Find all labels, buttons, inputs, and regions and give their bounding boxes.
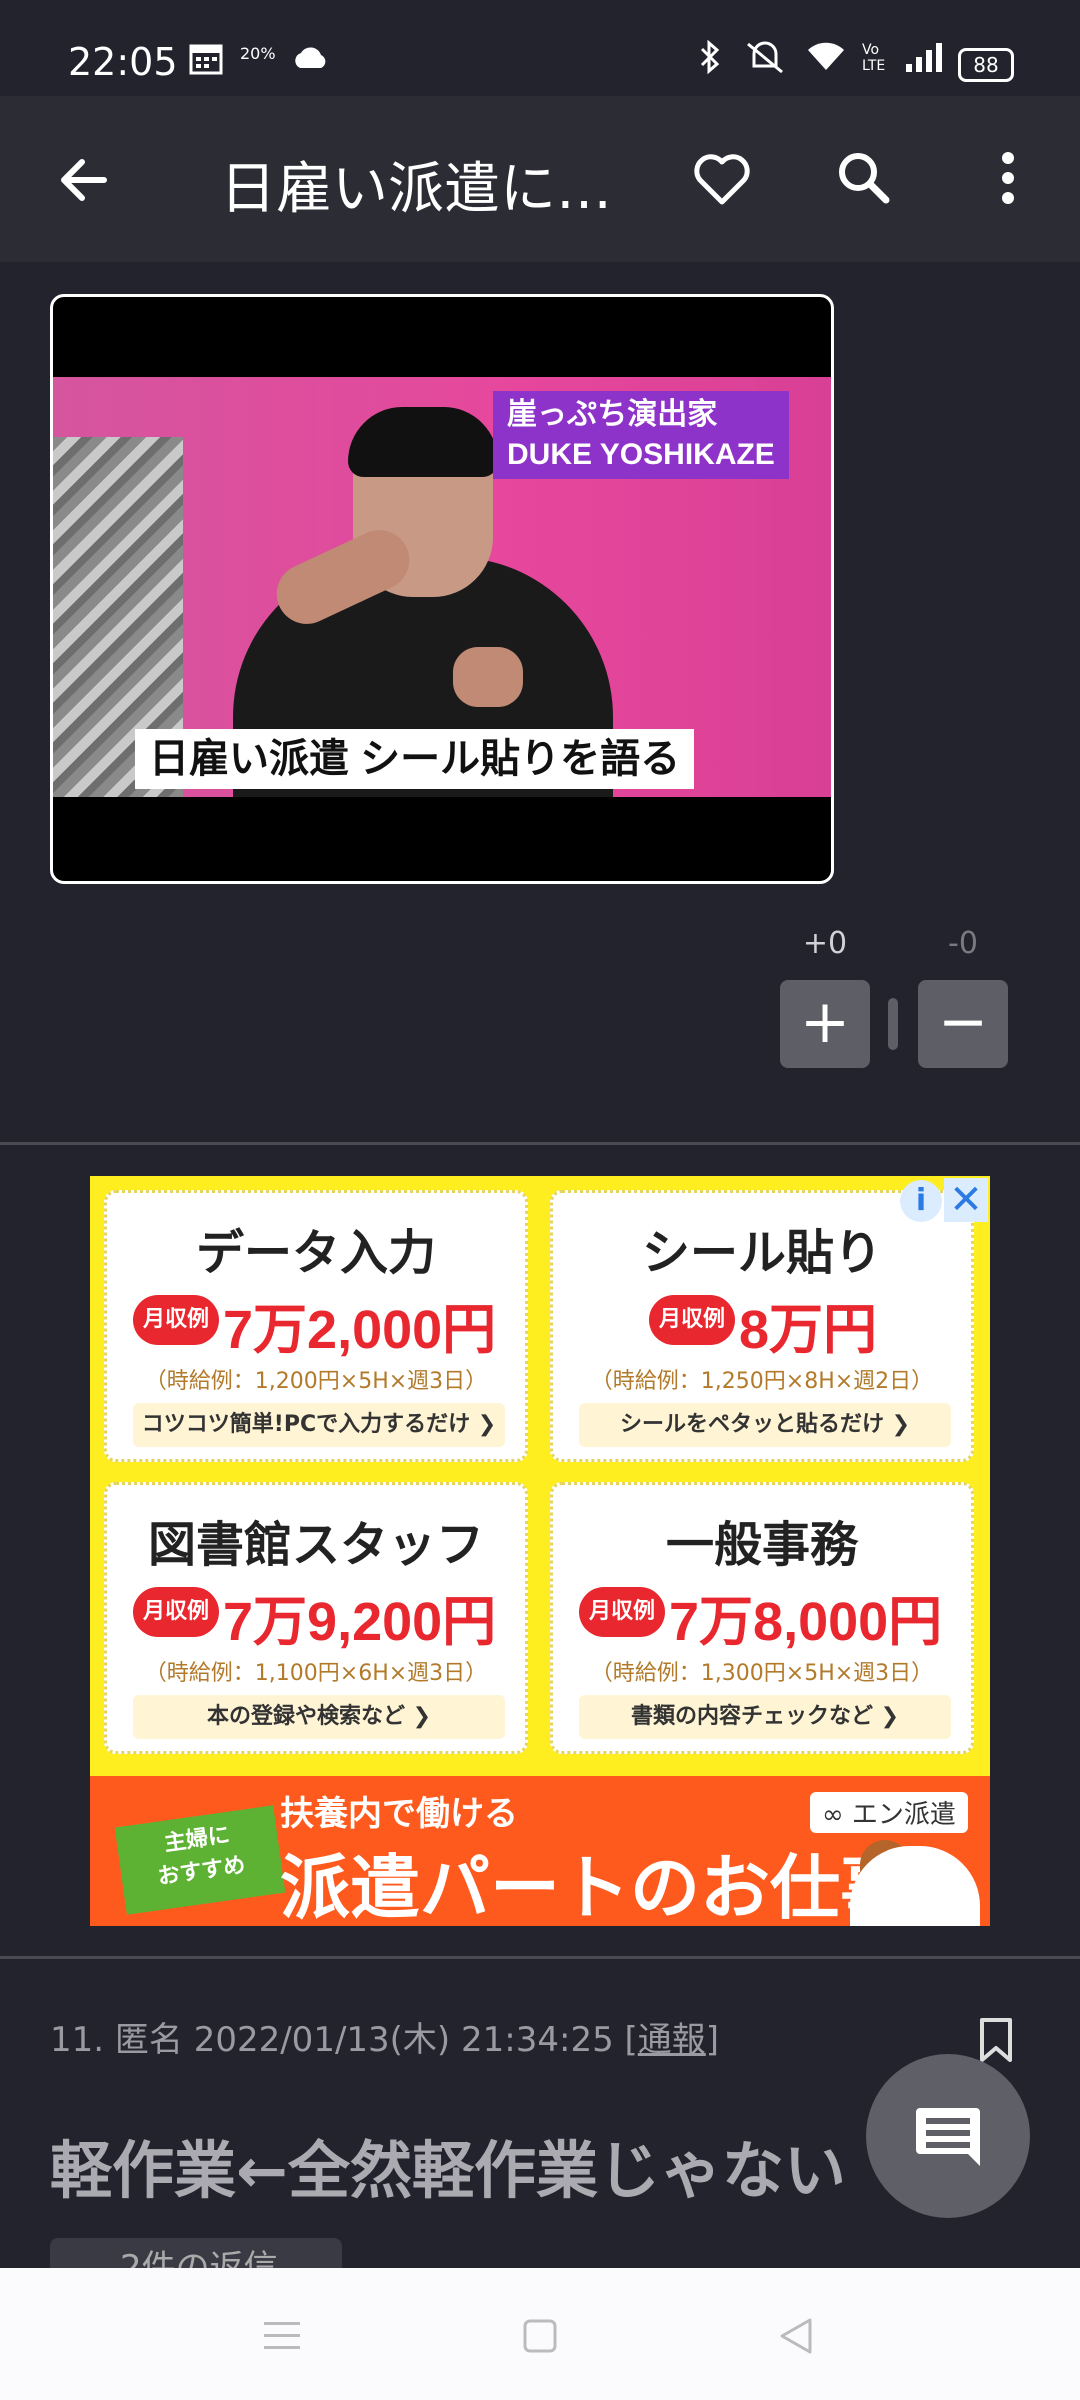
close-icon[interactable]: ✕ — [944, 1178, 988, 1222]
ad-example: （時給例：1,250円×8H×週2日） — [590, 1369, 934, 1394]
comment-icon — [916, 2108, 980, 2166]
home-icon[interactable] — [522, 2318, 558, 2358]
comment-datetime: 2022/01/13(木) 21:34:25 — [193, 2020, 614, 2060]
video-scene: 崖っぷち演出家 DUKE YOSHIKAZE 日雇い派遣 シール貼りを語る — [53, 377, 831, 797]
ad-card-title: シール貼り — [641, 1227, 882, 1280]
comment-author: 匿名 — [114, 2020, 183, 2060]
comment-number: 11. — [50, 2020, 105, 2060]
weather-icon: 20% — [240, 44, 276, 63]
caption-top-line1: 崖っぷち演出家 — [507, 398, 718, 431]
calendar-icon — [188, 40, 224, 84]
divider — [0, 1142, 1080, 1145]
ad-badge: 月収例 — [579, 1587, 666, 1637]
ad-tag: コツコツ簡単!PCで入力するだけ ❯ — [133, 1403, 505, 1447]
ad-tag: シールをペタッと貼るだけ ❯ — [579, 1403, 951, 1447]
ad-example: （時給例：1,300円×5H×週3日） — [590, 1661, 934, 1686]
caption-top-line2: DUKE YOSHIKAZE — [507, 438, 775, 471]
ad-sub-headline: 扶養内で働ける — [280, 1794, 518, 1834]
report-link[interactable]: 通報 — [638, 2020, 706, 2060]
comment-fab[interactable] — [866, 2054, 1030, 2218]
more-vert-icon[interactable] — [990, 146, 1026, 210]
status-time: 22:05 — [68, 40, 178, 84]
comment-meta: 11. 匿名 2022/01/13(木) 21:34:25 [通報] — [50, 2012, 719, 2061]
ad-badge: 月収例 — [649, 1295, 736, 1345]
ad-tag: 書類の内容チェックなど ❯ — [579, 1695, 951, 1739]
ad-main-headline: 派遣パートのお仕事 — [280, 1849, 910, 1926]
bluetooth-icon — [698, 39, 722, 82]
ad-badge: 月収例 — [133, 1587, 220, 1637]
ad-card-library[interactable]: 図書館スタッフ 月収例 7万9,200円 （時給例：1,100円×6H×週3日）… — [104, 1482, 528, 1754]
ad-card-title: 図書館スタッフ — [147, 1519, 484, 1572]
ad-example: （時給例：1,100円×6H×週3日） — [144, 1661, 488, 1686]
advertisement-banner[interactable]: データ入力 月収例 7万2,000円 （時給例：1,200円×5H×週3日） コ… — [90, 1176, 990, 1926]
ad-badge: 月収例 — [133, 1295, 220, 1345]
video-thumbnail[interactable]: 崖っぷち演出家 DUKE YOSHIKAZE 日雇い派遣 シール貼りを語る — [50, 294, 834, 884]
weather-percent: 20% — [240, 44, 276, 63]
vibrate-off-icon — [742, 40, 788, 82]
network-label: Vo LTE — [862, 42, 886, 74]
vote-separator — [888, 998, 898, 1050]
back-arrow-icon[interactable] — [52, 148, 116, 212]
divider — [0, 1956, 1080, 1959]
video-caption-bottom: 日雇い派遣 シール貼りを語る — [135, 729, 695, 789]
ad-footer[interactable]: 主婦に おすすめ 扶養内で働ける 派遣パートのお仕事 ∞ エン派遣 — [90, 1776, 990, 1926]
ad-tag: 本の登録や検索など ❯ — [133, 1695, 505, 1739]
battery-icon: 88 — [958, 48, 1014, 82]
ad-brand-logo: ∞ エン派遣 — [810, 1792, 968, 1833]
plus-vote-button[interactable]: + — [780, 980, 870, 1068]
plus-vote-count: +0 — [802, 926, 848, 961]
person-fist — [453, 647, 523, 707]
back-nav-icon[interactable] — [776, 2316, 816, 2360]
ad-card-data-entry[interactable]: データ入力 月収例 7万2,000円 （時給例：1,200円×5H×週3日） コ… — [104, 1190, 528, 1462]
bandana — [348, 407, 498, 477]
heart-icon[interactable] — [690, 148, 754, 212]
minus-vote-count: -0 — [948, 926, 978, 961]
ad-ribbon: 主婦に おすすめ — [114, 1805, 286, 1915]
battery-level: 88 — [973, 53, 999, 77]
signal-icon — [904, 40, 944, 82]
video-caption-top: 崖っぷち演出家 DUKE YOSHIKAZE — [493, 391, 789, 479]
status-bar: 22:05 20% Vo LTE 88 — [0, 0, 1080, 96]
comment-body: 軽作業←全然軽作業じゃない — [50, 2134, 846, 2207]
report-bracket-close: ] — [705, 2020, 720, 2060]
ad-card-title: データ入力 — [195, 1227, 436, 1280]
report-bracket-open: [ — [624, 2020, 638, 2060]
wifi-icon — [806, 40, 846, 82]
search-icon[interactable] — [832, 146, 896, 210]
ad-example: （時給例：1,200円×5H×週3日） — [144, 1369, 488, 1394]
ad-pay: 7万2,000円 — [223, 1300, 497, 1360]
system-nav-bar — [0, 2268, 1080, 2400]
volte-icon: Vo LTE — [862, 42, 888, 74]
ad-card-sticker[interactable]: シール貼り 月収例 8万円 （時給例：1,250円×8H×週2日） シールをペタ… — [550, 1190, 974, 1462]
ad-pay: 8万円 — [739, 1300, 878, 1360]
menu-icon[interactable] — [262, 2318, 302, 2358]
cloud-icon — [292, 44, 328, 80]
ad-card-title: 一般事務 — [665, 1519, 858, 1572]
ad-info-icon[interactable]: i — [900, 1180, 942, 1222]
minus-vote-button[interactable]: − — [918, 980, 1008, 1068]
page-title: 日雇い派遣に… — [220, 157, 612, 222]
ad-pay: 7万9,200円 — [223, 1592, 497, 1652]
ad-pay: 7万8,000円 — [669, 1592, 943, 1652]
ad-card-office[interactable]: 一般事務 月収例 7万8,000円 （時給例：1,300円×5H×週3日） 書類… — [550, 1482, 974, 1754]
app-bar: 日雇い派遣に… — [0, 96, 1080, 262]
